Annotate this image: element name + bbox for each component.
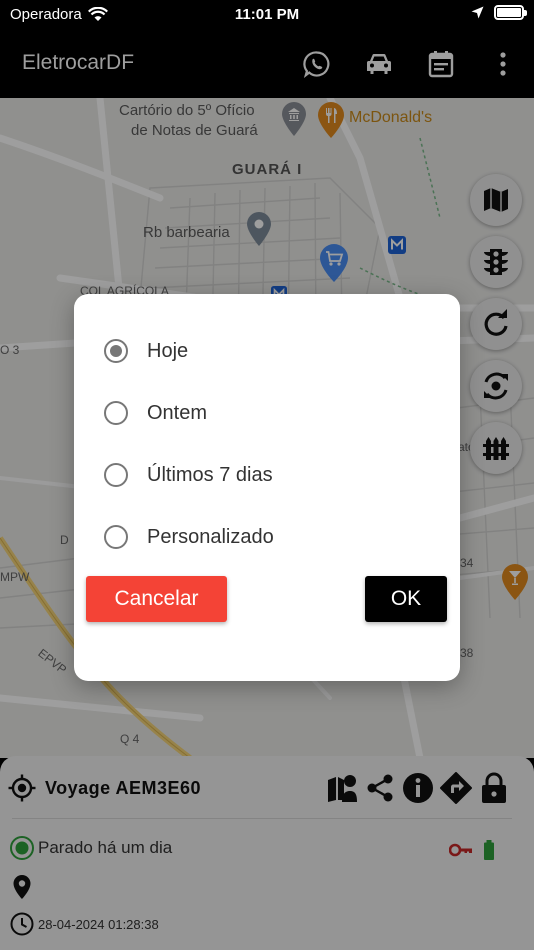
option-ultimos-7-dias[interactable]: Últimos 7 dias bbox=[104, 460, 273, 490]
whatsapp-icon bbox=[303, 51, 330, 78]
event-note-button[interactable] bbox=[423, 46, 459, 82]
battery-icon bbox=[494, 5, 527, 20]
app-title: EletrocarDF bbox=[22, 51, 135, 74]
period-dialog: Hoje Ontem Últimos 7 dias Personalizado … bbox=[74, 294, 460, 681]
radio-ultimos-7-dias[interactable] bbox=[104, 463, 128, 487]
option-ontem[interactable]: Ontem bbox=[104, 398, 207, 428]
radio-hoje[interactable] bbox=[104, 339, 128, 363]
radio-ontem[interactable] bbox=[104, 401, 128, 425]
option-hoje[interactable]: Hoje bbox=[104, 336, 188, 366]
option-personalizado[interactable]: Personalizado bbox=[104, 522, 274, 552]
option-label: Ontem bbox=[147, 401, 208, 424]
location-arrow-icon bbox=[471, 6, 484, 19]
status-right bbox=[471, 5, 527, 20]
cancel-button[interactable]: Cancelar bbox=[86, 576, 227, 622]
car-button[interactable] bbox=[361, 46, 397, 82]
app-bar: EletrocarDF bbox=[0, 30, 534, 98]
option-label: Hoje bbox=[147, 339, 189, 362]
more-menu-button[interactable] bbox=[485, 46, 521, 82]
more-vert-icon bbox=[500, 52, 506, 76]
car-icon bbox=[367, 54, 391, 74]
option-label: Personalizado bbox=[147, 525, 274, 548]
whatsapp-button[interactable] bbox=[299, 46, 335, 82]
option-label: Últimos 7 dias bbox=[147, 463, 273, 486]
clock: 11:01 PM bbox=[234, 6, 300, 23]
event-note-icon bbox=[428, 51, 454, 78]
radio-personalizado[interactable] bbox=[104, 525, 128, 549]
status-bar: Operadora 11:01 PM bbox=[0, 0, 534, 30]
ok-button[interactable]: OK bbox=[365, 576, 447, 622]
